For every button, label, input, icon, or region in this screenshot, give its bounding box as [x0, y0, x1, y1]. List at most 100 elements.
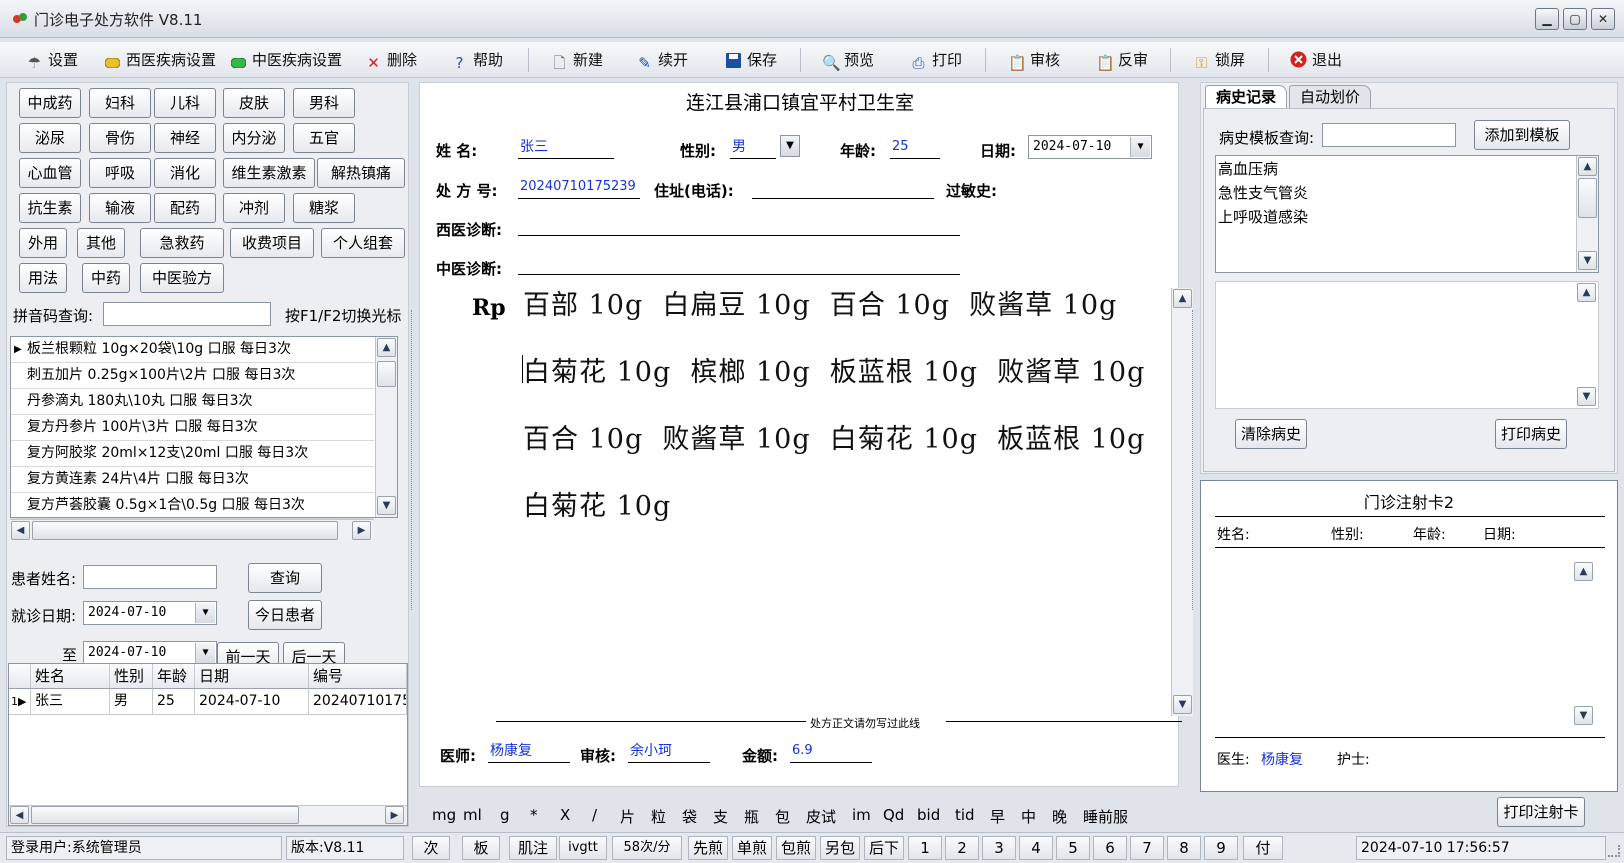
lock-screen-button[interactable]: ⚿ 锁屏	[1193, 47, 1245, 73]
template-search-input[interactable]	[1322, 123, 1456, 147]
scroll-thumb[interactable]	[31, 806, 299, 824]
scroll-thumb[interactable]	[377, 361, 396, 387]
scroll-thumb[interactable]	[1578, 178, 1597, 218]
sex-dropdown-icon[interactable]: ▼	[780, 135, 800, 157]
drug-list-item[interactable]: 板兰根颗粒 10g×20袋\10g 口服 每日3次	[11, 337, 374, 363]
quick-key-button[interactable]: 3	[982, 836, 1016, 860]
category-button[interactable]: 五官	[293, 123, 355, 153]
template-list-vscrollbar[interactable]: ▲ ▼	[1576, 156, 1598, 272]
preview-button[interactable]: 🔍 预览	[822, 47, 874, 73]
scroll-down-icon[interactable]: ▼	[1577, 387, 1596, 406]
drug-list-vscrollbar[interactable]: ▲ ▼	[375, 337, 397, 517]
grid-cell[interactable]: 张三	[31, 689, 110, 715]
quick-key-button[interactable]: 58次/分	[612, 836, 682, 860]
left-splitter[interactable]	[411, 310, 416, 610]
quick-key-button[interactable]: 7	[1130, 836, 1164, 860]
unit-shortcut[interactable]: 包	[775, 806, 790, 827]
category-button[interactable]: 中成药	[19, 88, 81, 118]
template-list-item[interactable]: 急性支气管炎	[1218, 182, 1308, 203]
category-button[interactable]: 泌尿	[19, 123, 81, 153]
category-button[interactable]: 解热镇痛	[317, 158, 405, 188]
tab-history[interactable]: 病史记录	[1205, 85, 1288, 109]
unit-shortcut[interactable]: X	[560, 806, 570, 824]
auditor-field[interactable]: 余小珂	[628, 741, 710, 763]
help-button[interactable]: ? 帮助	[451, 47, 504, 73]
drug-list-item[interactable]: 复方芦荟胶囊 0.5g×1合\0.5g 口服 每日3次	[11, 493, 374, 519]
new-button[interactable]: 🗋 新建	[551, 47, 603, 73]
scroll-left-icon[interactable]: ◀	[10, 806, 29, 824]
category-button[interactable]: 输液	[89, 193, 151, 223]
category-button[interactable]: 骨伤	[89, 123, 151, 153]
continue-button[interactable]: ✎ 续开	[636, 47, 688, 73]
quick-key-button[interactable]: 2	[945, 836, 979, 860]
unit-shortcut[interactable]: 晚	[1052, 806, 1067, 827]
tab-auto-pricing[interactable]: 自动划价	[1289, 85, 1372, 109]
scroll-up-icon[interactable]: ▲	[377, 338, 396, 357]
resize-grip[interactable]	[1608, 845, 1620, 857]
minimize-button[interactable]: ▁	[1535, 8, 1559, 30]
scroll-up-icon[interactable]: ▲	[1574, 562, 1593, 581]
unit-shortcut[interactable]: Qd	[883, 806, 904, 824]
category-button[interactable]: 内分泌	[223, 123, 285, 153]
tcm-diagnosis-field[interactable]	[518, 253, 960, 275]
age-field[interactable]: 25	[890, 137, 940, 159]
quick-key-button[interactable]: 单煎	[732, 836, 772, 860]
prescription-body[interactable]: 百部 10g 白扁豆 10g 百合 10g 败酱草 10g 白菊花 10g 槟榔…	[523, 289, 1183, 557]
scroll-down-icon[interactable]: ▼	[377, 496, 396, 515]
scroll-up-icon[interactable]: ▲	[1173, 289, 1192, 308]
quick-key-button[interactable]: 6	[1093, 836, 1127, 860]
drug-list-item[interactable]: 刺五加片 0.25g×100片\2片 口服 每日3次	[11, 363, 374, 389]
category-button[interactable]: 配药	[154, 193, 216, 223]
unit-shortcut[interactable]: 粒	[651, 806, 666, 827]
quick-key-button[interactable]: 另包	[820, 836, 860, 860]
category-button[interactable]: 儿科	[154, 88, 216, 118]
grid-header[interactable]: 年龄	[153, 664, 195, 689]
category-button[interactable]: 糖浆	[293, 193, 355, 223]
today-patients-button[interactable]: 今日患者	[248, 600, 322, 630]
template-list-item[interactable]: 上呼吸道感染	[1218, 206, 1308, 227]
grid-header[interactable]: 日期	[195, 664, 309, 689]
category-button[interactable]: 维生素激素	[223, 158, 315, 188]
western-diagnosis-field[interactable]	[518, 214, 960, 236]
scroll-up-icon[interactable]: ▲	[1577, 283, 1596, 302]
quick-key-button[interactable]: 8	[1167, 836, 1201, 860]
grid-header[interactable]: 姓名	[31, 664, 110, 689]
category-button[interactable]: 心血管	[19, 158, 81, 188]
chevron-down-icon[interactable]: ▼	[195, 603, 215, 623]
settings-button[interactable]: ☂ 设置	[26, 47, 78, 73]
date-to-picker[interactable]: 2024-07-10 ▼	[83, 641, 217, 665]
patient-grid-hscrollbar[interactable]: ◀ ▶	[9, 805, 407, 825]
maximize-button[interactable]: ▢	[1563, 8, 1587, 30]
unit-shortcut[interactable]: 中	[1021, 806, 1036, 827]
grid-header[interactable]: 性别	[110, 664, 153, 689]
history-text-vscrollbar[interactable]: ▲ ▼	[1576, 282, 1598, 408]
category-button[interactable]: 抗生素	[19, 193, 81, 223]
unit-shortcut[interactable]: 早	[990, 806, 1005, 827]
rx-number-field[interactable]: 20240710175239	[518, 177, 640, 199]
category-button[interactable]: 其他	[77, 228, 125, 258]
drug-list-hscrollbar[interactable]: ◀ ▶	[10, 519, 374, 541]
grid-cell[interactable]: 25	[153, 689, 195, 715]
tcm-disease-settings-button[interactable]: 中医疾病设置	[230, 47, 342, 73]
audit-button[interactable]: 📋 审核	[1008, 47, 1060, 73]
category-button[interactable]: 妇科	[89, 88, 151, 118]
patient-name-field[interactable]: 张三	[518, 137, 614, 159]
grid-header[interactable]: 编号	[309, 664, 407, 689]
quick-key-button[interactable]: 1	[908, 836, 942, 860]
unit-shortcut[interactable]: 支	[713, 806, 728, 827]
print-button[interactable]: ⎙ 打印	[910, 47, 962, 73]
drug-list-item[interactable]: 丹参滴丸 180丸\10丸 口服 每日3次	[11, 389, 374, 415]
allergy-field[interactable]	[1004, 177, 1164, 199]
template-list-item[interactable]: 高血压病	[1218, 158, 1278, 179]
drug-list-item[interactable]: 复方阿胶浆 20ml×12支\20ml 口服 每日3次	[11, 441, 374, 467]
quick-key-button[interactable]: 包煎	[776, 836, 816, 860]
patient-name-input[interactable]	[83, 565, 217, 589]
unit-shortcut[interactable]: 睡前服	[1083, 806, 1128, 827]
grid-cell[interactable]: 男	[110, 689, 153, 715]
grid-cell[interactable]: 2024-07-10	[195, 689, 309, 715]
injection-card-vscrollbar[interactable]: ▲ ▼	[1573, 561, 1595, 727]
category-button[interactable]: 外用	[19, 228, 67, 258]
unit-shortcut[interactable]: g	[500, 806, 510, 824]
scroll-left-icon[interactable]: ◀	[11, 521, 30, 540]
doctor-field[interactable]: 杨康复	[488, 741, 570, 763]
